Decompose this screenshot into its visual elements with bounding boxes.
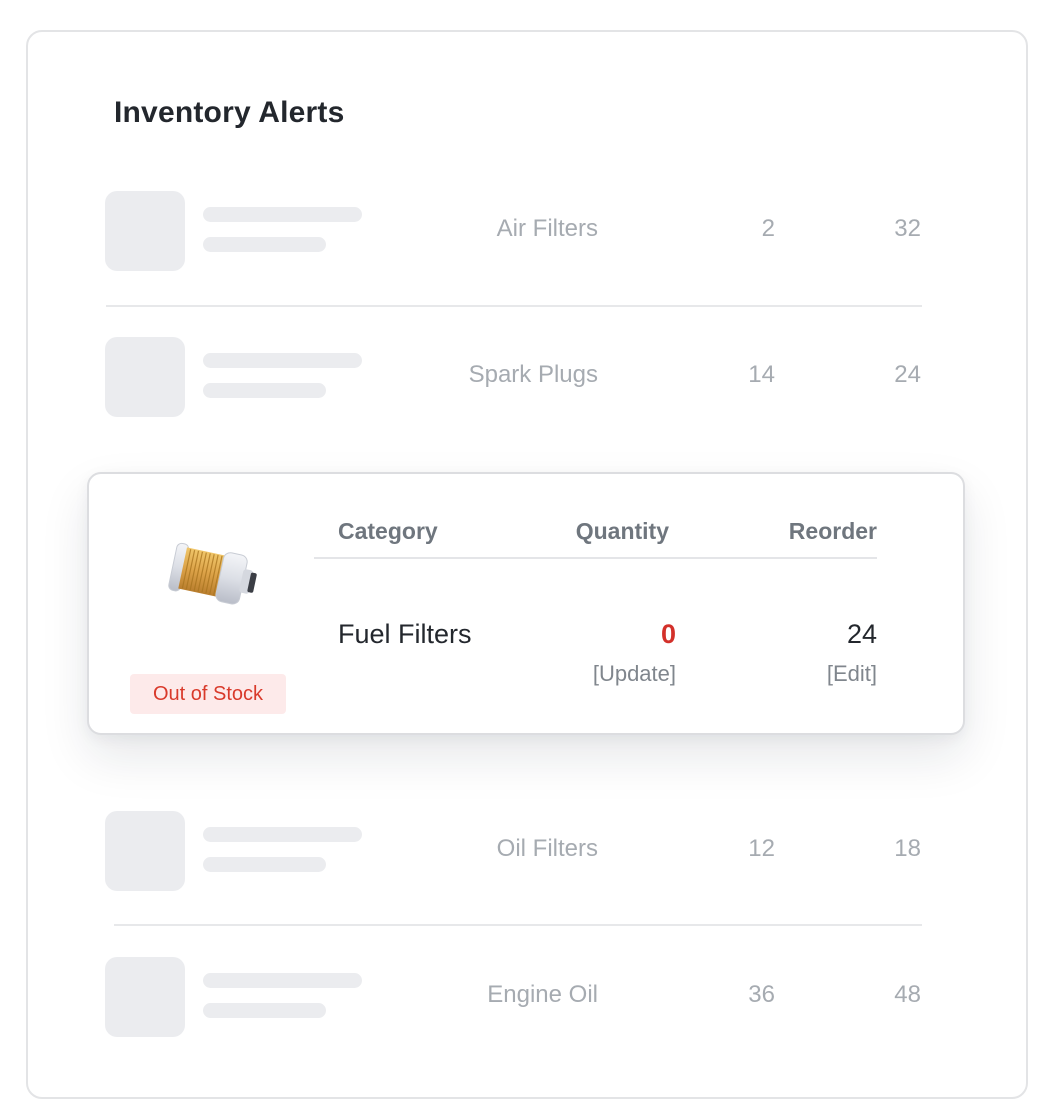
- column-header-quantity: Quantity: [575, 518, 669, 544]
- list-item[interactable]: Oil Filters 12 18: [105, 811, 921, 891]
- fuel-filter-icon: [168, 542, 257, 605]
- list-item[interactable]: Air Filters 2 32: [105, 191, 921, 271]
- status-badge: Out of Stock: [130, 674, 286, 714]
- item-category: Fuel Filters: [338, 619, 472, 649]
- reorder-cell: 24: [894, 361, 921, 388]
- skeleton-line: [203, 857, 326, 872]
- update-quantity-link[interactable]: [Update]: [593, 659, 676, 689]
- column-header-category: Category: [338, 518, 438, 544]
- column-header-reorder: Reorder: [788, 518, 877, 544]
- category-cell: Spark Plugs: [468, 361, 598, 388]
- category-cell: Engine Oil: [487, 981, 598, 1008]
- skeleton-line: [203, 827, 362, 842]
- skeleton-line: [203, 237, 326, 252]
- list-item[interactable]: Spark Plugs 14 24: [105, 337, 921, 417]
- row-divider: [114, 924, 922, 926]
- reorder-cell: 48: [894, 981, 921, 1008]
- category-cell: Oil Filters: [496, 835, 598, 862]
- skeleton-line: [203, 383, 326, 398]
- skeleton-line: [203, 207, 362, 222]
- quantity-cell: 12: [748, 835, 775, 862]
- header-divider: [314, 557, 877, 559]
- item-quantity: 0: [660, 619, 676, 649]
- reorder-cell: 18: [894, 835, 921, 862]
- row-divider: [106, 305, 922, 307]
- category-cell: Air Filters: [496, 215, 598, 242]
- quantity-cell: 2: [761, 215, 775, 242]
- thumbnail-placeholder: [105, 337, 185, 417]
- skeleton-line: [203, 973, 362, 988]
- quantity-cell: 36: [748, 981, 775, 1008]
- thumbnail-placeholder: [105, 191, 185, 271]
- thumbnail-placeholder: [105, 811, 185, 891]
- reorder-cell: 32: [894, 215, 921, 242]
- quantity-cell: 14: [748, 361, 775, 388]
- thumbnail-placeholder: [105, 957, 185, 1037]
- skeleton-line: [203, 1003, 326, 1018]
- panel-title: Inventory Alerts: [114, 96, 345, 129]
- item-reorder: 24: [846, 619, 877, 649]
- edit-reorder-link[interactable]: [Edit]: [827, 659, 877, 689]
- skeleton-line: [203, 353, 362, 368]
- list-item[interactable]: Engine Oil 36 48: [105, 957, 921, 1037]
